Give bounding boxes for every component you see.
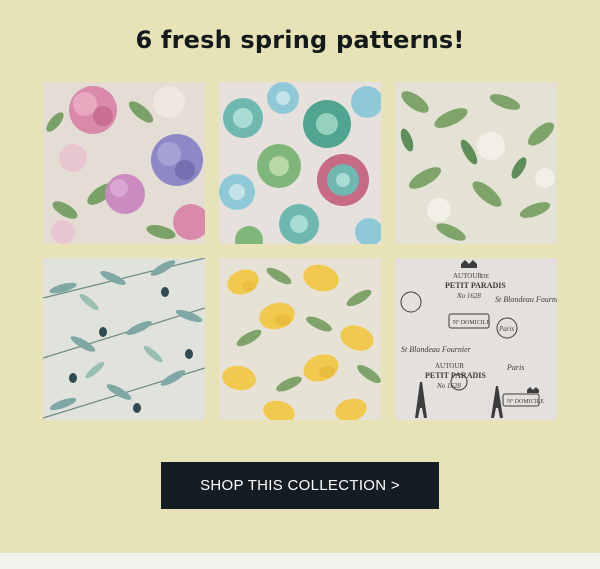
- pattern-tile-succulents[interactable]: [219, 82, 381, 244]
- succulents-pattern-image: [219, 82, 381, 244]
- footer-band: [0, 553, 600, 569]
- lemons-pattern-image: [219, 258, 381, 420]
- pattern-tile-magnolia[interactable]: [395, 82, 557, 244]
- stamp-text-domicile-2: Nº DOMICILE: [507, 399, 544, 405]
- stamp-text-paris: Paris: [498, 325, 514, 333]
- email-promo-banner: 6 fresh spring patterns! AUTOUR DE PETIT…: [0, 0, 600, 553]
- stamp-text-no-year: No 1628: [456, 292, 481, 300]
- stamp-text-autour-2: AUTOUR: [435, 362, 464, 370]
- stamp-text-no-year-2: No 1628: [436, 382, 461, 390]
- stamp-text-domicile: Nº DOMICILE: [453, 320, 490, 326]
- stamp-text-paris-2: Paris: [506, 363, 524, 372]
- stamp-text-de: DE: [481, 274, 489, 280]
- magnolia-pattern-image: [395, 82, 557, 244]
- stamp-text-script-name: St Blondeau Fournier: [495, 295, 557, 304]
- pattern-tile-paris[interactable]: AUTOUR DE PETIT PARADIS No 1628 St Blond…: [395, 258, 557, 420]
- stamp-text-script-name-2: St Blondeau Fournier: [401, 345, 472, 354]
- hydrangea-pattern-image: [43, 82, 205, 244]
- stamp-text-petit-paradis-2: PETIT PARADIS: [425, 371, 486, 380]
- pattern-tile-lemons[interactable]: [219, 258, 381, 420]
- olive-pattern-image: [43, 258, 205, 420]
- shop-collection-button[interactable]: SHOP THIS COLLECTION >: [161, 462, 439, 509]
- pattern-tile-olive[interactable]: [43, 258, 205, 420]
- paris-pattern-image: AUTOUR DE PETIT PARADIS No 1628 St Blond…: [395, 258, 557, 420]
- stamp-text-autour: AUTOUR: [453, 272, 482, 280]
- pattern-tile-hydrangea[interactable]: [43, 82, 205, 244]
- stamp-text-petit-paradis: PETIT PARADIS: [445, 281, 506, 290]
- headline: 6 fresh spring patterns!: [135, 26, 465, 54]
